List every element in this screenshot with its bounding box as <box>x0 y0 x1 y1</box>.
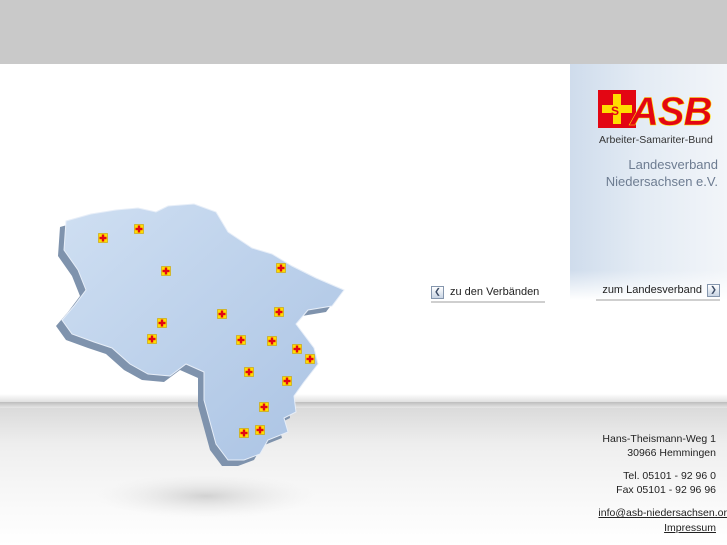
location-marker[interactable] <box>161 266 171 276</box>
contact-fax: Fax 05101 - 92 96 96 <box>616 484 716 496</box>
location-marker[interactable] <box>282 376 292 386</box>
location-marker[interactable] <box>255 425 265 435</box>
location-marker[interactable] <box>274 307 284 317</box>
to-associations-button[interactable]: ❮ zu den Verbänden <box>431 283 545 303</box>
location-marker[interactable] <box>217 309 227 319</box>
logo-s-letter: S <box>611 104 619 118</box>
location-marker[interactable] <box>259 402 269 412</box>
chevron-left-icon: ❮ <box>431 285 444 299</box>
location-marker[interactable] <box>292 344 302 354</box>
chevron-right-icon: ❯ <box>707 283 720 297</box>
location-marker[interactable] <box>305 354 315 364</box>
location-marker[interactable] <box>276 263 286 273</box>
contact-street: Hans-Theismann-Weg 1 <box>602 433 716 445</box>
location-marker[interactable] <box>244 367 254 377</box>
logo-text: ASB <box>629 90 712 129</box>
location-marker[interactable] <box>134 224 144 234</box>
contact-city: 30966 Hemmingen <box>627 447 716 459</box>
map-shadow <box>96 474 316 518</box>
top-bar <box>0 0 727 64</box>
location-marker[interactable] <box>239 428 249 438</box>
brand-subtitle: Landesverband Niedersachsen e.V. <box>605 157 718 189</box>
contact-tel: Tel. 05101 - 92 96 0 <box>623 470 716 482</box>
asb-logo[interactable]: S ASB <box>598 89 722 129</box>
location-marker[interactable] <box>267 336 277 346</box>
impressum-link[interactable]: Impressum <box>664 522 716 534</box>
location-marker[interactable] <box>98 233 108 243</box>
region-map[interactable] <box>56 196 356 526</box>
org-name: Arbeiter-Samariter-Bund <box>599 134 713 146</box>
location-marker[interactable] <box>236 335 246 345</box>
to-state-association-button[interactable]: zum Landesverband ❯ <box>596 281 720 301</box>
email-link[interactable]: info@asb-niedersachsen.or <box>598 507 727 519</box>
location-marker[interactable] <box>147 334 157 344</box>
location-marker[interactable] <box>157 318 167 328</box>
